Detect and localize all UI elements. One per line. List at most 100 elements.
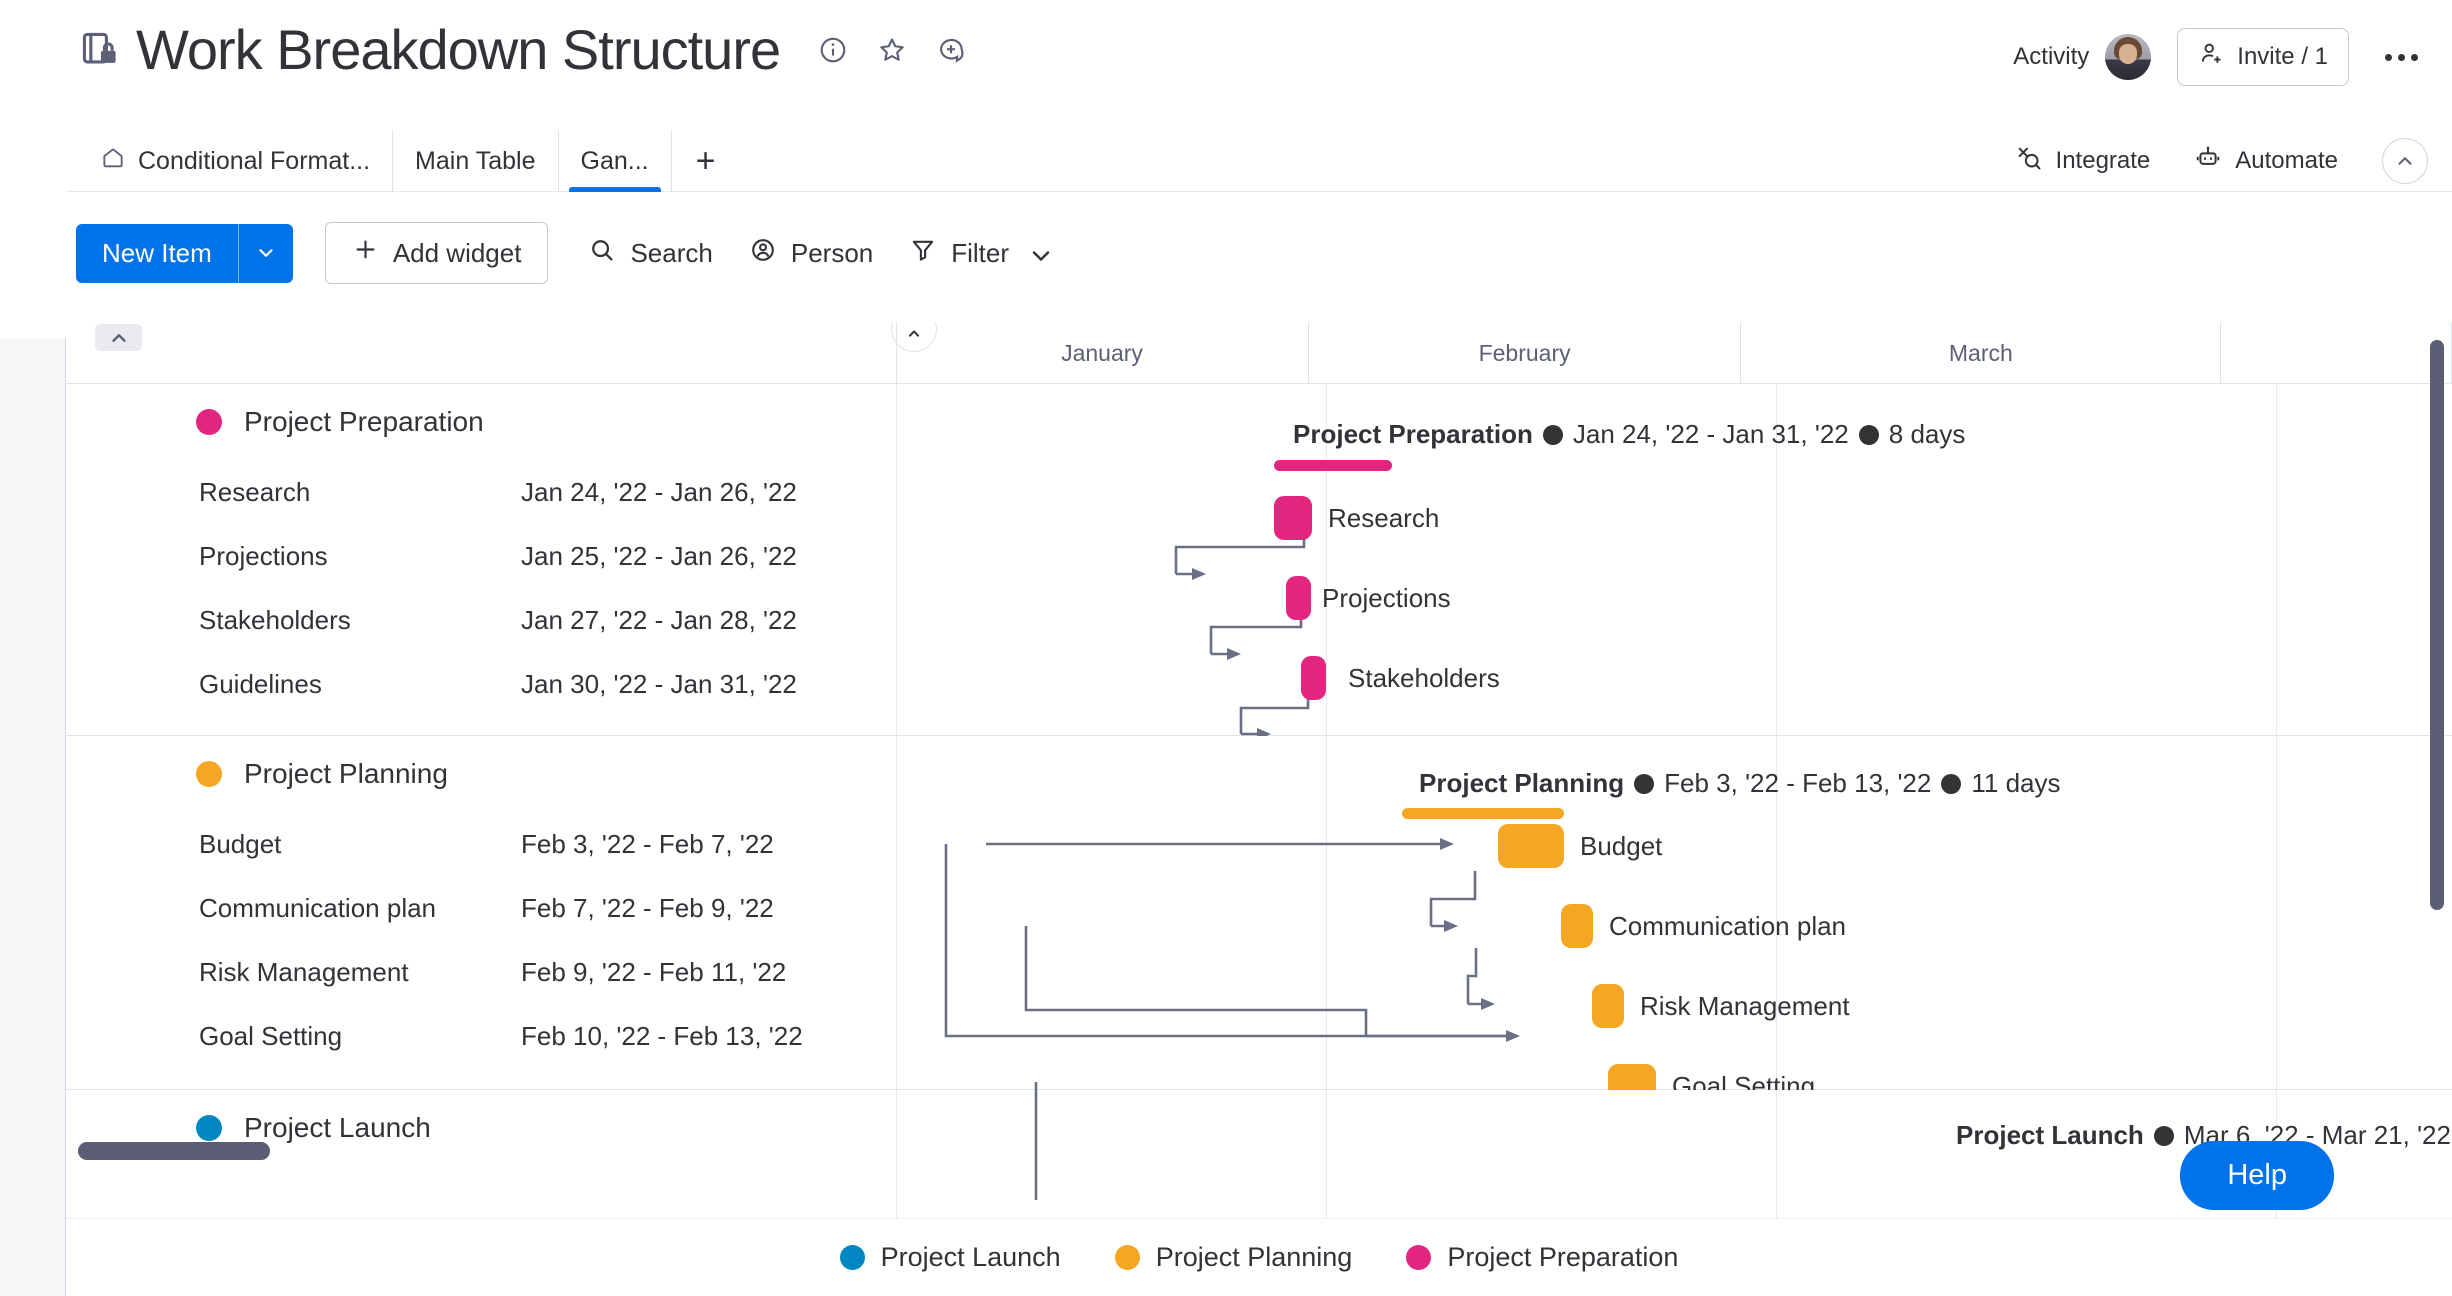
filter-icon — [909, 236, 937, 271]
home-icon — [100, 145, 126, 178]
person-button[interactable]: Person — [731, 223, 891, 284]
help-button[interactable]: Help — [2180, 1141, 2334, 1210]
more-options-button[interactable] — [2375, 44, 2428, 71]
summary-range: Jan 24, '22 - Jan 31, '22 — [1572, 419, 1849, 449]
vertical-scrollbar[interactable] — [2430, 340, 2444, 910]
search-icon — [588, 236, 616, 271]
search-button[interactable]: Search — [570, 223, 730, 284]
add-comment-icon[interactable] — [934, 33, 968, 67]
legend-item-project-planning[interactable]: Project Planning — [1114, 1242, 1353, 1273]
gantt-rows: Project Preparation Research Jan 24, '22… — [66, 384, 2452, 1296]
new-item-button[interactable]: New Item — [76, 223, 293, 283]
task-bar-label: Risk Management — [1640, 991, 1850, 1021]
bullet — [2153, 1126, 2174, 1146]
tab-label: Main Table — [415, 146, 536, 175]
group-summary-bar[interactable] — [1274, 460, 1392, 471]
task-bar-label: Budget — [1580, 831, 1663, 861]
task-dates: Feb 9, '22 - Feb 11, '22 — [521, 956, 787, 987]
month-column-march: March — [1741, 322, 2222, 384]
bullet — [1542, 425, 1563, 445]
board-title-row: Work Breakdown Structure — [78, 22, 968, 78]
automate-label: Automate — [2235, 147, 2338, 174]
add-view-button[interactable]: + — [672, 130, 740, 192]
legend-label: Project Preparation — [1447, 1242, 1679, 1272]
task-dates: Jan 30, '22 - Jan 31, '22 — [521, 668, 797, 699]
tab-conditional-format[interactable]: Conditional Format... — [78, 130, 394, 192]
chevron-down-icon[interactable] — [1027, 242, 1050, 264]
header-right-controls: Activity Invite / 1 — [2013, 28, 2428, 86]
task-dates: Feb 10, '22 - Feb 13, '22 — [521, 1020, 803, 1051]
dot — [2411, 53, 2418, 61]
summary-name: Project Planning — [1419, 768, 1625, 798]
tab-label: Gan... — [580, 146, 649, 175]
task-name: Stakeholders — [199, 604, 351, 635]
task-bar-label: Research — [1328, 503, 1440, 533]
task-dates: Feb 3, '22 - Feb 7, '22 — [521, 828, 774, 859]
info-icon[interactable] — [816, 33, 850, 67]
task-name: Research — [199, 476, 311, 507]
integrate-icon — [2015, 144, 2043, 179]
filter-button[interactable]: Filter — [891, 223, 1067, 284]
action-toolbar-inner: New Item Add widget Search Person Filter — [76, 222, 1067, 284]
summary-duration: 11 days — [1971, 768, 2061, 798]
task-bar-projections[interactable] — [1286, 576, 1311, 620]
group-summary-label: Project Planning Feb 3, '22 - Feb 13, '22… — [1419, 768, 2061, 799]
group-name: Project Launch — [244, 1112, 431, 1143]
gantt-view: January February March Project Preparati… — [66, 322, 2452, 1296]
activity-label[interactable]: Activity — [2013, 43, 2089, 71]
legend-item-project-preparation[interactable]: Project Preparation — [1406, 1242, 1678, 1273]
legend-label: Project Planning — [1155, 1242, 1353, 1272]
invite-label: Invite / 1 — [2237, 43, 2328, 70]
person-icon — [749, 236, 777, 271]
horizontal-scrollbar[interactable] — [78, 1142, 270, 1160]
star-icon[interactable] — [875, 33, 909, 67]
robot-icon — [2194, 144, 2222, 179]
legend-item-project-launch[interactable]: Project Launch — [839, 1242, 1061, 1273]
task-name: Guidelines — [199, 668, 322, 699]
title-icon-group — [816, 33, 968, 67]
dot — [2385, 53, 2392, 61]
automate-button[interactable]: Automate — [2194, 144, 2338, 179]
left-gutter — [0, 0, 66, 1296]
add-widget-button[interactable]: Add widget — [324, 222, 549, 284]
tab-gantt[interactable]: Gan... — [559, 130, 672, 192]
integrate-label: Integrate — [2055, 147, 2151, 174]
group-timeline: Project Preparation Jan 24, '22 - Jan 31,… — [896, 384, 2452, 780]
group-color-dot — [196, 1115, 222, 1141]
tabs-right-controls: Integrate Automate — [2015, 130, 2428, 192]
avatar[interactable] — [2105, 34, 2152, 80]
tab-main-table[interactable]: Main Table — [393, 130, 559, 192]
group-timeline: Project Planning Feb 3, '22 - Feb 13, '22… — [896, 736, 2452, 1108]
task-dates: Jan 27, '22 - Jan 28, '22 — [521, 604, 797, 635]
month-column-january: January — [896, 322, 1310, 384]
add-person-icon — [2198, 40, 2225, 74]
board-header: Work Breakdown Structure Activity Invite… — [66, 0, 2452, 140]
legend-color-dot — [1406, 1245, 1432, 1270]
task-name: Risk Management — [199, 956, 409, 987]
month-column-extra — [2221, 322, 2452, 384]
task-bar-stakeholders[interactable] — [1301, 656, 1326, 700]
legend-label: Project Launch — [880, 1242, 1061, 1272]
bullet — [1941, 774, 1962, 794]
dot — [2398, 53, 2405, 61]
view-tabs: Conditional Format... Main Table Gan... … — [78, 130, 739, 192]
invite-button[interactable]: Invite / 1 — [2177, 28, 2349, 86]
new-item-dropdown[interactable] — [239, 224, 293, 283]
group-summary-label: Project Preparation Jan 24, '22 - Jan 31,… — [1293, 419, 1965, 450]
task-bar-label: Communication plan — [1609, 911, 1847, 941]
group-project-preparation: Project Preparation Research Jan 24, '22… — [66, 384, 2452, 780]
task-name: Communication plan — [199, 892, 437, 923]
bullet — [1858, 425, 1879, 445]
group-color-dot — [196, 409, 222, 435]
dependency-arrows — [1034, 1082, 1038, 1200]
collapse-header-button[interactable] — [2382, 138, 2428, 184]
group-summary-bar[interactable] — [1402, 808, 1564, 819]
task-bar-communication-plan[interactable] — [1561, 904, 1593, 948]
integrate-button[interactable]: Integrate — [2015, 144, 2151, 179]
task-bar-risk-management[interactable] — [1592, 984, 1624, 1028]
collapse-rows-button[interactable] — [95, 324, 142, 351]
task-dates: Feb 7, '22 - Feb 9, '22 — [521, 892, 774, 923]
legend-color-dot — [839, 1245, 865, 1270]
task-bar-budget[interactable] — [1498, 824, 1564, 868]
task-bar-research[interactable] — [1274, 496, 1312, 540]
